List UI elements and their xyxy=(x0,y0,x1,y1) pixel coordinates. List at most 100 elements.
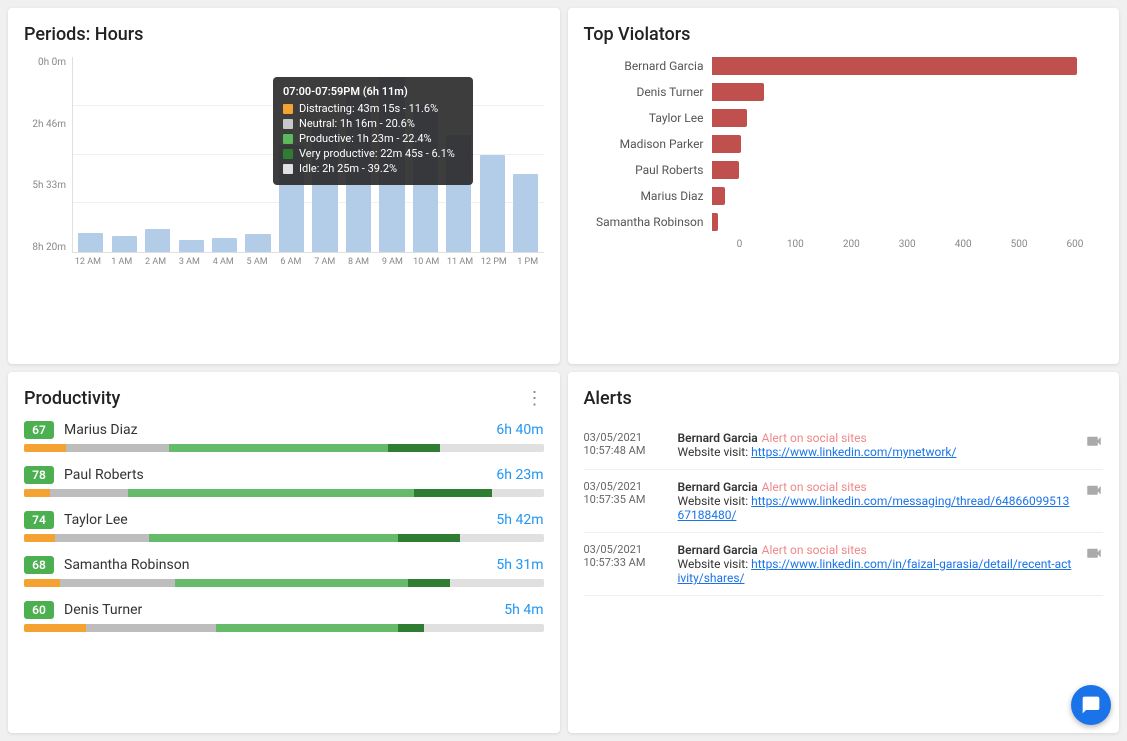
prod-bar-bg xyxy=(24,489,544,497)
bg-bar xyxy=(112,236,137,252)
prod-bar-fill xyxy=(24,534,544,542)
inner-bar xyxy=(112,236,137,252)
bar-wrapper xyxy=(510,174,541,252)
bar-group xyxy=(142,57,173,252)
x-label: 6 AM xyxy=(275,257,307,267)
prod-bar-seg xyxy=(216,624,398,632)
productivity-title: Productivity xyxy=(24,388,120,409)
productivity-card: Productivity ⋮ 67Marius Diaz6h 40m78Paul… xyxy=(8,372,560,733)
chat-button[interactable] xyxy=(1071,685,1111,725)
prod-score: 78 xyxy=(24,466,54,484)
axis-400: 400 xyxy=(935,239,991,250)
inner-bar xyxy=(212,238,237,252)
prod-bar-seg xyxy=(169,444,387,452)
x-label: 1 PM xyxy=(512,257,544,267)
alert-datetime: 03/05/202110:57:33 AM xyxy=(584,543,666,569)
alert-datetime: 03/05/202110:57:35 AM xyxy=(584,480,666,506)
h-bar-track xyxy=(712,187,1104,205)
tooltip-row: Distracting: 43m 15s - 11.6% xyxy=(283,102,463,115)
tooltip-row: Idle: 2h 25m - 39.2% xyxy=(283,162,463,175)
bg-bar xyxy=(145,229,170,252)
h-bar-row: Paul Roberts xyxy=(584,161,1104,179)
h-bar-label: Madison Parker xyxy=(584,137,704,151)
inner-bar xyxy=(78,233,103,253)
h-bar-label: Paul Roberts xyxy=(584,163,704,177)
h-bar-track xyxy=(712,109,1104,127)
tooltip-row-label: Very productive: 22m 45s - 6.1% xyxy=(299,147,455,160)
x-axis: 12 AM1 AM2 AM3 AM4 AM5 AM6 AM7 AM8 AM9 A… xyxy=(72,257,544,267)
inner-bar xyxy=(513,174,538,252)
bar-group xyxy=(175,57,206,252)
tooltip-row-label: Neutral: 1h 16m - 20.6% xyxy=(299,117,415,130)
axis-500: 500 xyxy=(991,239,1047,250)
prod-bar-seg xyxy=(55,534,149,542)
alert-detail: Website visit: xyxy=(678,494,749,508)
tooltip-title: 07:00-07:59PM (6h 11m) xyxy=(283,85,463,98)
h-bar-track xyxy=(712,57,1104,75)
h-bar-row: Taylor Lee xyxy=(584,109,1104,127)
x-label: 2 AM xyxy=(140,257,172,267)
inner-bar xyxy=(145,229,170,252)
y-label-3: 0h 0m xyxy=(24,57,72,68)
productivity-menu[interactable]: ⋮ xyxy=(526,390,544,408)
list-item: 03/05/202110:57:48 AMBernard GarciaAlert… xyxy=(584,421,1104,470)
prod-bar-seg xyxy=(24,534,55,542)
prod-name: Taylor Lee xyxy=(64,512,486,528)
h-bar-fill xyxy=(712,161,739,179)
tooltip-row: Productive: 1h 23m - 22.4% xyxy=(283,132,463,145)
prod-bar-seg xyxy=(408,579,450,587)
bg-bar xyxy=(212,238,237,252)
alerts-list: 03/05/202110:57:48 AMBernard GarciaAlert… xyxy=(584,421,1104,596)
alerts-card: Alerts 03/05/202110:57:48 AMBernard Garc… xyxy=(568,372,1120,733)
h-bar-fill xyxy=(712,109,748,127)
alert-detail: Website visit: xyxy=(678,557,749,571)
prod-name: Denis Turner xyxy=(64,602,494,618)
h-bar-track xyxy=(712,83,1104,101)
y-axis: 8h 20m 5h 33m 2h 46m 0h 0m xyxy=(24,57,72,253)
prod-score: 67 xyxy=(24,421,54,439)
bg-bar xyxy=(245,234,270,252)
list-item: 78Paul Roberts6h 23m xyxy=(24,466,544,497)
prod-bar-seg xyxy=(128,489,414,497)
x-label: 12 AM xyxy=(72,257,104,267)
prod-bar-fill xyxy=(24,579,544,587)
list-item: 03/05/202110:57:33 AM Bernard GarciaAlert… xyxy=(584,533,1104,596)
prod-bar-fill xyxy=(24,624,544,632)
h-bar-label: Taylor Lee xyxy=(584,111,704,125)
h-bar-fill xyxy=(712,187,725,205)
h-bar-label: Samantha Robinson xyxy=(584,215,704,229)
h-bar-row: Samantha Robinson xyxy=(584,213,1104,231)
bar-group xyxy=(242,57,273,252)
tooltip-rows: Distracting: 43m 15s - 11.6% Neutral: 1h … xyxy=(283,102,463,175)
bar-wrapper xyxy=(209,238,240,252)
tooltip-row: Very productive: 22m 45s - 6.1% xyxy=(283,147,463,160)
prod-bar-bg xyxy=(24,534,544,542)
alert-content: Bernard GarciaAlert on social sitesWebsi… xyxy=(678,543,1074,585)
x-label: 12 PM xyxy=(478,257,510,267)
x-label: 7 AM xyxy=(309,257,341,267)
productivity-header: Productivity ⋮ xyxy=(24,388,544,409)
h-bar-fill xyxy=(712,135,741,153)
bg-bar xyxy=(78,233,103,253)
prod-bar-seg xyxy=(60,579,174,587)
h-bar-fill xyxy=(712,213,719,231)
h-bar-track xyxy=(712,213,1104,231)
prod-item-header: 78Paul Roberts6h 23m xyxy=(24,466,544,484)
axis-300: 300 xyxy=(879,239,935,250)
prod-name: Samantha Robinson xyxy=(64,557,486,573)
list-item: 68Samantha Robinson5h 31m xyxy=(24,556,544,587)
h-bar-label: Marius Diaz xyxy=(584,189,704,203)
prod-bar-bg xyxy=(24,624,544,632)
bg-bar xyxy=(179,240,204,252)
list-item: 67Marius Diaz6h 40m xyxy=(24,421,544,452)
bar-group xyxy=(108,57,139,252)
inner-bar xyxy=(480,155,505,253)
h-bar-row: Bernard Garcia xyxy=(584,57,1104,75)
x-label: 3 AM xyxy=(173,257,205,267)
alert-url[interactable]: https://www.linkedin.com/mynetwork/ xyxy=(751,445,956,459)
bar-wrapper xyxy=(142,229,173,252)
list-item: 60Denis Turner5h 4m xyxy=(24,601,544,632)
h-bar-fill xyxy=(712,83,764,101)
dashboard: Periods: Hours 8h 20m 5h 33m 2h 46m 0h 0… xyxy=(0,0,1127,741)
prod-name: Marius Diaz xyxy=(64,422,486,438)
